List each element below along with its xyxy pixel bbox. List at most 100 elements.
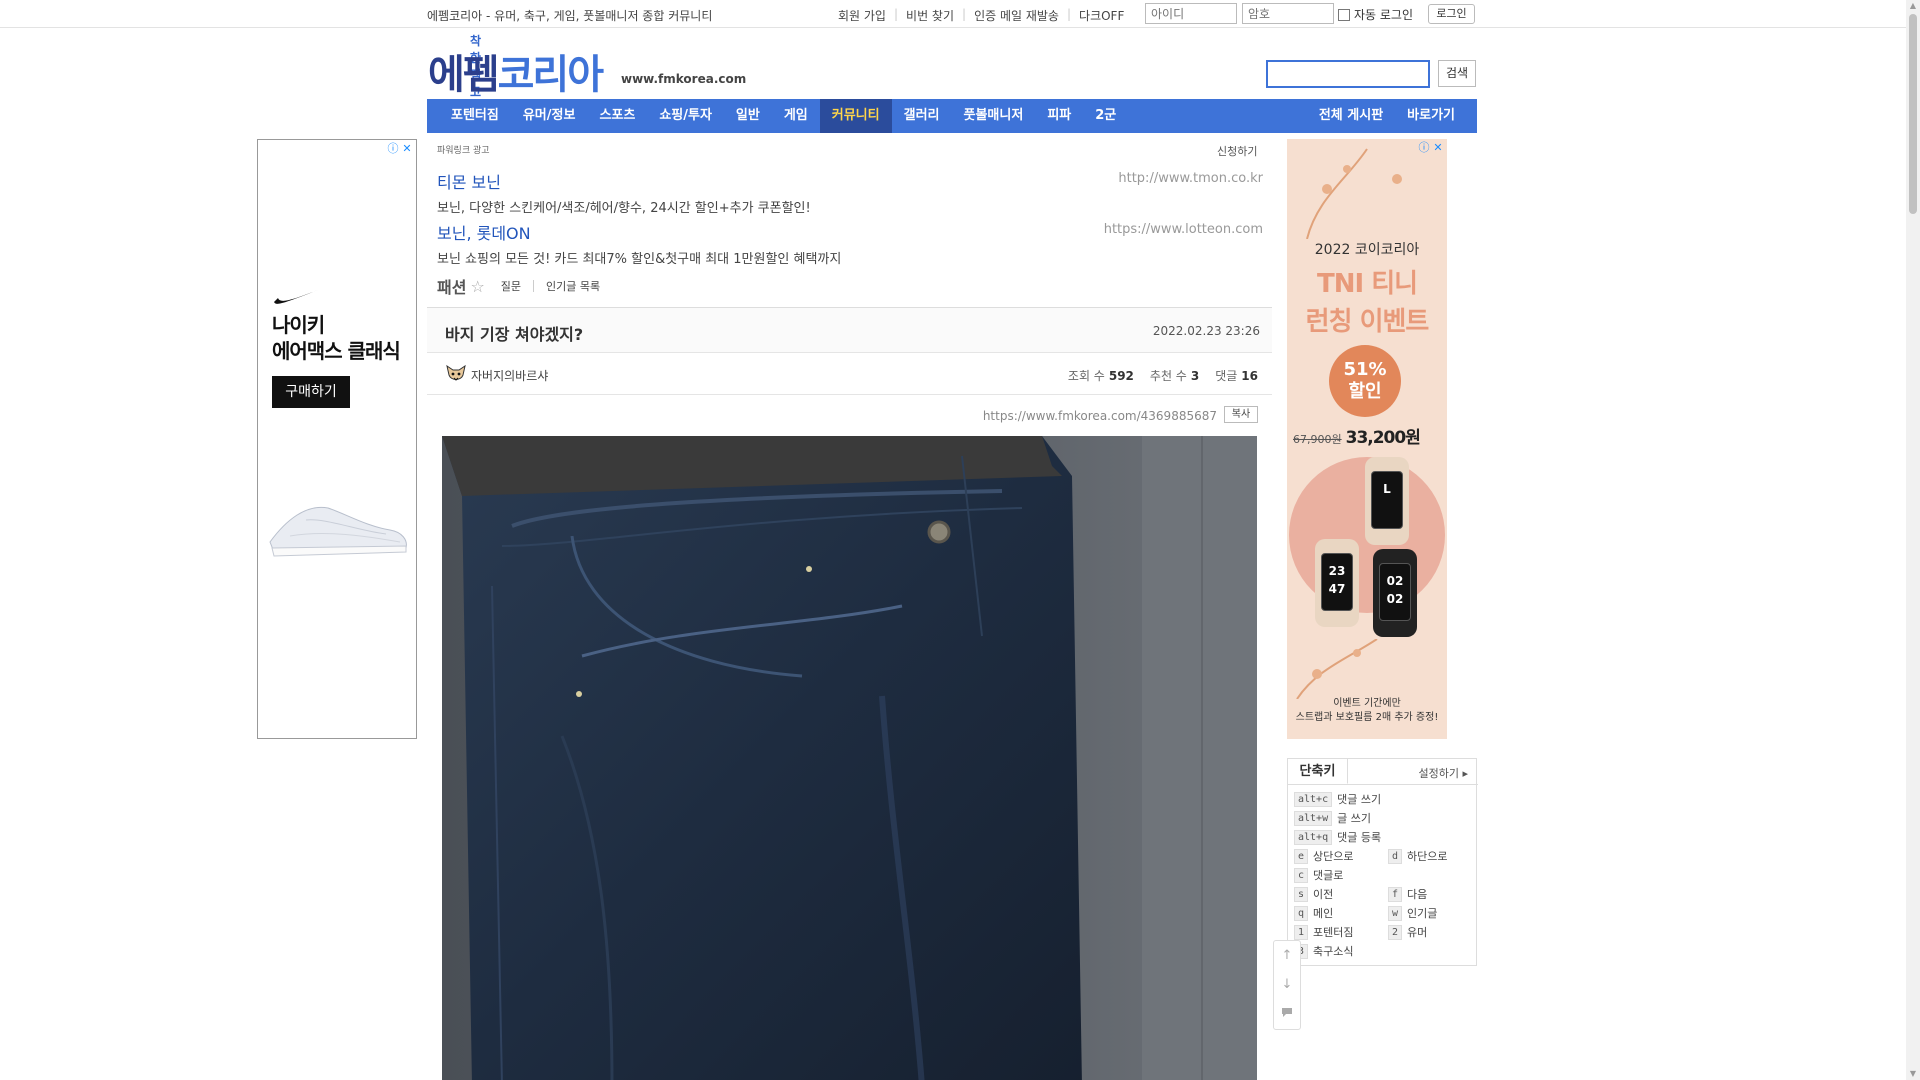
shortcut-row: w 인기글 (1388, 905, 1437, 921)
buy-button[interactable]: 구매하기 (272, 376, 350, 408)
post-image[interactable] (442, 436, 1257, 1080)
nav-item-shopping[interactable]: 쇼핑/투자 (647, 99, 724, 133)
autologin-checkbox[interactable] (1338, 8, 1350, 21)
shortcut-row: f 다음 (1388, 886, 1427, 902)
floral-decoration (1306, 148, 1402, 239)
nav-item-football-manager[interactable]: 풋볼매니저 (952, 99, 1036, 133)
shortcut-row: e 상단으로 (1294, 848, 1354, 864)
shortcut-row: 2 유머 (1388, 924, 1427, 940)
main-nav: 포텐터짐 유머/정보 스포츠 쇼핑/투자 일반 게임 커뮤니티 갤러리 풋볼매니… (427, 99, 1477, 133)
ad-price: 67,900원 33,200원 (1293, 423, 1443, 448)
copy-url-button[interactable]: 복사 (1224, 406, 1258, 423)
nav-item-2gun[interactable]: 2군 (1083, 99, 1128, 133)
nav-item-community[interactable]: 커뮤니티 (819, 99, 892, 133)
comments-stat: 댓글 16 (1215, 369, 1258, 383)
smart-band-image: 23 47 (1315, 539, 1359, 627)
favorite-star-icon[interactable]: ☆ (470, 277, 484, 296)
top-links: 회원 가입 | 비번 찾기 | 인증 메일 재발송 | 다크OFF (838, 7, 1125, 24)
search-button[interactable]: 검색 (1438, 60, 1476, 87)
powerlink-url[interactable]: http://www.tmon.co.kr (1118, 171, 1263, 186)
ad-footnote: 이벤트 기간에만 스트랩과 보호필름 2매 추가 증정! (1295, 698, 1439, 723)
post-permalink[interactable]: https://www.fmkorea.com/4369885687 (983, 409, 1217, 423)
discount-badge: 51% 할인 (1329, 345, 1401, 417)
logo-text: 에펨코리아 (428, 52, 604, 98)
nav-item-sports[interactable]: 스포츠 (587, 99, 647, 133)
powerlink-url[interactable]: https://www.lotteon.com (1104, 222, 1263, 237)
login-button[interactable]: 로그인 (1428, 4, 1475, 24)
author-name[interactable]: 자버지의바르샤 (471, 367, 548, 384)
sneaker-image (269, 506, 407, 557)
right-ad-banner[interactable]: ⓘ ✕ 2022 코이코리아 TNI 티니 런칭 이벤트 51% 할인 67,90… (1287, 139, 1447, 739)
post-title: 바지 기장 쳐야겠지? (445, 325, 584, 344)
autologin-option[interactable]: 자동 로그인 (1338, 6, 1413, 23)
author-avatar[interactable] (445, 363, 467, 385)
smart-band-image: 02 02 (1373, 549, 1417, 637)
info-icon: ⓘ (387, 142, 399, 155)
shortcut-tab[interactable]: 단축키 (1288, 759, 1348, 784)
login-id-input[interactable] (1145, 3, 1237, 24)
nav-item-general[interactable]: 일반 (724, 99, 772, 133)
old-price: 67,900원 (1293, 433, 1342, 446)
scroll-up-icon[interactable]: ▲ (1909, 2, 1917, 10)
new-price: 33,200원 (1345, 428, 1421, 448)
powerlink-ad-2[interactable]: 보닌, 롯데ON 보닌 쇼핑의 모든 것! 카드 최대7% 할인&첫구매 최대 … (437, 220, 1263, 267)
post-header: 바지 기장 쳐야겠지? 2022.02.23 23:26 (427, 307, 1272, 353)
autologin-label: 자동 로그인 (1354, 8, 1414, 22)
nav-all-boards[interactable]: 전체 게시판 (1307, 99, 1395, 133)
powerlink-ad-1[interactable]: 티몬 보닌 보닌, 다양한 스킨케어/색조/헤어/향수, 24시간 할인+추가 … (437, 169, 1263, 216)
ad-title: TNI 티니 런칭 이벤트 (1305, 269, 1430, 337)
powerlink-desc: 보닌 쇼핑의 모든 것! 카드 최대7% 할인&첫구매 최대 1만원할인 혜택까… (437, 252, 842, 267)
post-date: 2022.02.23 23:26 (1152, 324, 1260, 338)
nav-item-gallery[interactable]: 갤러리 (892, 99, 952, 133)
category-link-question[interactable]: 질문 (501, 278, 521, 294)
signup-link[interactable]: 회원 가입 (838, 7, 886, 24)
nav-shortcuts[interactable]: 바로가기 (1395, 99, 1467, 133)
post-stats: 조회 수 592 추천 수3 댓글 16 (1052, 367, 1258, 384)
board-name[interactable]: 패션 (437, 274, 466, 298)
find-password-link[interactable]: 비번 찾기 (906, 7, 954, 24)
search-input[interactable] (1266, 60, 1430, 88)
shortcut-row: d 하단으로 (1388, 848, 1448, 864)
top-bar: 에펨코리아 - 유머, 축구, 게임, 풋볼매니저 종합 커뮤니티 회원 가입 |… (0, 0, 1906, 28)
resend-verification-link[interactable]: 인증 메일 재발송 (974, 7, 1059, 24)
scroll-down-icon[interactable]: ▼ (1909, 1070, 1917, 1078)
nav-item-humor[interactable]: 유머/정보 (511, 99, 588, 133)
comment-icon[interactable] (1281, 1007, 1293, 1022)
shortcut-row: 1 포텐터짐 (1294, 924, 1354, 940)
dark-mode-toggle[interactable]: 다크OFF (1079, 7, 1124, 24)
powerlink-apply-link[interactable]: 신청하기 (1217, 143, 1257, 159)
ad-title: 나이키 에어맥스 클래식 (272, 313, 401, 363)
ad-choices[interactable]: ⓘ ✕ (386, 142, 414, 156)
login-password-input[interactable] (1242, 3, 1334, 24)
nav-item-poten[interactable]: 포텐터짐 (427, 99, 511, 133)
powerlink-label: 파워링크 광고 (437, 146, 490, 156)
board-category-row: 패션 ☆ 질문 인기글 목록 (437, 274, 600, 298)
shortcut-row: s 이전 (1294, 886, 1333, 902)
close-icon: ✕ (402, 142, 412, 155)
votes-stat: 추천 수3 (1149, 369, 1200, 383)
shortcut-row: alt+c 댓글 쓰기 (1294, 791, 1381, 807)
shortcut-row: c 댓글로 (1294, 867, 1343, 883)
post-meta: 자버지의바르샤 조회 수 592 추천 수3 댓글 16 (427, 353, 1272, 395)
nav-item-game[interactable]: 게임 (772, 99, 820, 133)
arrow-down-icon[interactable]: ↓ (1282, 977, 1293, 992)
nike-swoosh-icon (274, 290, 318, 304)
shortcut-row: 3 축구소식 (1294, 943, 1354, 959)
nav-item-fifa[interactable]: 피파 (1035, 99, 1083, 133)
scroll-thumb[interactable] (1909, 14, 1917, 214)
shortcut-settings-link[interactable]: 설정하기 ▸ (1418, 765, 1468, 781)
category-link-popular[interactable]: 인기글 목록 (546, 278, 600, 294)
shortcut-panel: 단축키 설정하기 ▸ alt+c 댓글 쓰기 alt+w 글 쓰기 alt+q 댓글 … (1287, 758, 1478, 966)
arrow-up-icon[interactable]: ↑ (1282, 948, 1293, 963)
left-ad-banner[interactable]: ⓘ ✕ 나이키 에어맥스 클래식 구매하기 (257, 139, 417, 739)
powerlink-desc: 보닌, 다양한 스킨케어/색조/헤어/향수, 24시간 할인+추가 쿠폰할인! (437, 201, 811, 216)
site-tagline: 에펨코리아 - 유머, 축구, 게임, 풋볼매니저 종합 커뮤니티 (427, 9, 713, 23)
floral-decoration (1296, 639, 1378, 699)
smart-band-image: L (1365, 457, 1409, 545)
floating-scroll-nav: ↑ ↓ (1273, 940, 1301, 1030)
ad-year: 2022 코이코리아 (1314, 242, 1420, 258)
page-scrollbar[interactable]: ▲ ▼ (1906, 0, 1920, 1080)
shortcut-row: q 메인 (1294, 905, 1333, 921)
site-url: www.fmkorea.com (621, 72, 747, 86)
shortcut-row: alt+w 글 쓰기 (1294, 810, 1371, 826)
